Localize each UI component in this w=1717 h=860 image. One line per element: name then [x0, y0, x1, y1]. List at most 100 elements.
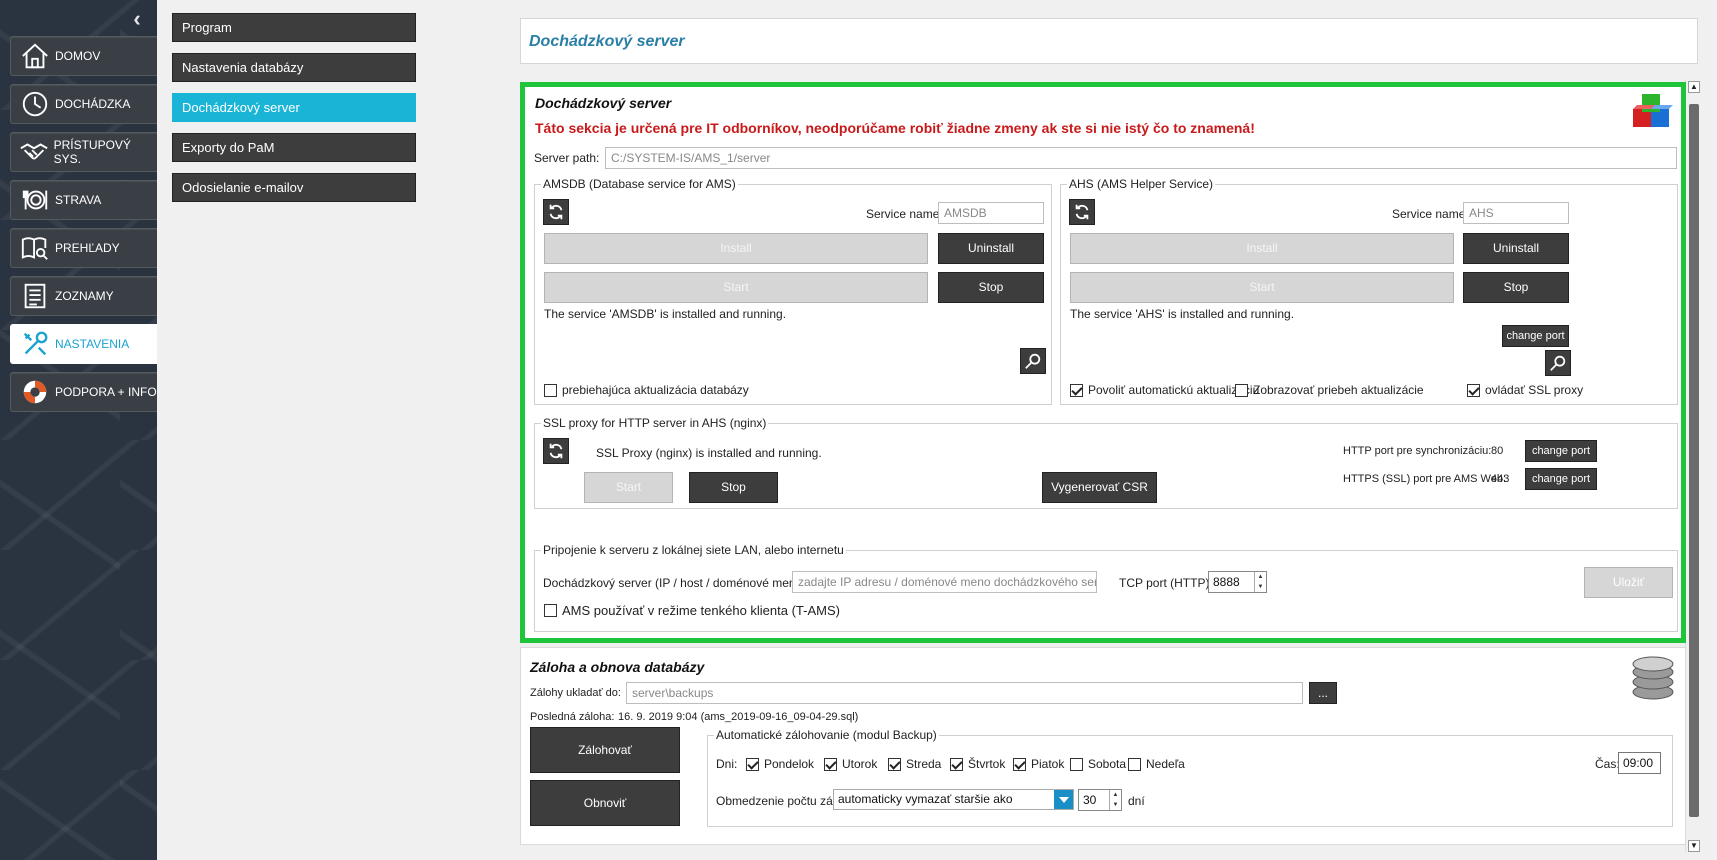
lifebuoy-icon [18, 375, 52, 409]
ahs-install-button[interactable]: Install [1070, 233, 1454, 264]
nav-item-dochadzka[interactable]: DOCHÁDZKA [10, 84, 157, 124]
conn-save-button[interactable]: Uložiť [1584, 567, 1673, 598]
nav-item-pristupovy-sys[interactable]: PRÍSTUPOVÝ SYS. [10, 132, 157, 172]
checkbox-box[interactable] [1013, 757, 1026, 771]
generate-csr-button[interactable]: Vygenerovať CSR [1042, 472, 1157, 503]
limit-mode-select[interactable]: automaticky vymazať staršie ako [833, 789, 1074, 810]
settings-menu-exporty[interactable]: Exporty do PaM [172, 133, 416, 162]
ssl-start-button[interactable]: Start [584, 472, 673, 503]
ahs-auto-update-checkbox[interactable]: Povoliť automatickú aktualizáciu [1070, 383, 1259, 397]
checkbox-label: Zobrazovať priebeh aktualizácie [1253, 383, 1424, 397]
checkbox-box[interactable] [544, 604, 557, 617]
settings-menu-server[interactable]: Dochádzkový server [172, 93, 416, 122]
checkbox-box[interactable] [824, 757, 837, 771]
settings-menu-databaza[interactable]: Nastavenia databázy [172, 53, 416, 82]
amsdb-start-button[interactable]: Start [544, 272, 928, 303]
nav-item-podpora[interactable]: PODPORA + INFO [10, 372, 157, 412]
nav-item-nastavenia[interactable]: NASTAVENIA [10, 324, 157, 364]
limit-days-stepper[interactable]: 30 ▲ ▼ [1078, 789, 1122, 811]
settings-menu-program[interactable]: Program [172, 13, 416, 42]
nav-item-strava[interactable]: STRAVA [10, 180, 157, 220]
checkbox-label: Sobota [1088, 757, 1127, 771]
ssl-proxy-group-title: SSL proxy for HTTP server in AHS (nginx) [541, 416, 769, 430]
checkbox-box[interactable] [888, 757, 901, 771]
server-panel-title: Dochádzkový server [535, 95, 672, 111]
nav-item-label: DOMOV [55, 49, 101, 63]
checkbox-box[interactable] [1070, 383, 1083, 397]
ahs-ssl-proxy-checkbox[interactable]: ovládať SSL proxy [1467, 383, 1583, 397]
thin-client-checkbox[interactable]: AMS používať v režime tenkého klienta (T… [544, 603, 840, 618]
checkbox-box[interactable] [1070, 757, 1083, 771]
amsdb-update-checkbox[interactable]: prebiehajúca aktualizácia databázy [544, 383, 749, 397]
cubes-icon [1629, 91, 1675, 135]
ssl-proxy-group: SSL proxy for HTTP server in AHS (nginx)… [534, 416, 1678, 509]
day-checkbox-utorok[interactable]: Utorok [824, 757, 877, 771]
checkbox-box[interactable] [950, 757, 963, 771]
ahs-service-name-field[interactable]: AHS [1463, 202, 1569, 224]
ahs-service-name-label: Service name: [1392, 207, 1469, 221]
scroll-up-arrow-icon[interactable]: ▲ [1688, 81, 1700, 93]
amsdb-uninstall-button[interactable]: Uninstall [938, 233, 1044, 264]
auto-backup-group: Automatické zálohovanie (modul Backup) D… [707, 728, 1673, 827]
scroll-down-arrow-icon[interactable]: ▼ [1688, 840, 1700, 852]
amsdb-stop-button[interactable]: Stop [938, 272, 1044, 303]
ssl-stop-button[interactable]: Stop [689, 472, 778, 503]
amsdb-service-name-field[interactable]: AMSDB [938, 202, 1044, 224]
nav-item-zoznamy[interactable]: ZOZNAMY [10, 276, 157, 316]
day-checkbox-nedela[interactable]: Nedeľa [1128, 757, 1185, 771]
nav-item-domov[interactable]: DOMOV [10, 36, 157, 76]
server-path-field[interactable]: C:/SYSTEM-IS/AMS_1/server [605, 147, 1677, 169]
ssl-refresh-button[interactable] [543, 438, 569, 464]
vertical-scrollbar[interactable]: ▲ ▼ [1685, 80, 1701, 852]
day-checkbox-piatok[interactable]: Piatok [1013, 757, 1064, 771]
tcp-port-stepper[interactable]: 8888 ▲ ▼ [1208, 571, 1267, 593]
settings-menu-emaily[interactable]: Odosielanie e-mailov [172, 173, 416, 202]
chevron-left-icon[interactable]: ‹ [124, 6, 150, 32]
https-change-port-button[interactable]: change port [1525, 468, 1597, 490]
checkbox-box[interactable] [1467, 383, 1480, 397]
magnifier-icon [1025, 353, 1041, 369]
browse-button[interactable]: ... [1309, 682, 1337, 704]
ahs-show-progress-checkbox[interactable]: Zobrazovať priebeh aktualizácie [1235, 383, 1424, 397]
ssl-status-text: SSL Proxy (nginx) is installed and runni… [596, 446, 822, 460]
ahs-change-port-button[interactable]: change port [1502, 325, 1569, 347]
checkbox-label: Piatok [1031, 757, 1065, 771]
scrollbar-thumb[interactable] [1689, 104, 1699, 817]
handshake-icon [18, 135, 51, 169]
day-checkbox-stvrtok[interactable]: Štvrtok [950, 757, 1005, 771]
ahs-uninstall-button[interactable]: Uninstall [1463, 233, 1569, 264]
backup-button[interactable]: Zálohovať [530, 727, 680, 773]
checkbox-box[interactable] [746, 757, 759, 771]
checkbox-box[interactable] [1235, 383, 1248, 397]
main-navigation: ‹ DOMOV DOCHÁDZKA PRÍSTUPOVÝ SYS. STRAVA… [0, 0, 157, 860]
http-change-port-button[interactable]: change port [1525, 440, 1597, 462]
amsdb-install-button[interactable]: Install [544, 233, 928, 264]
stepper-arrows-icon[interactable]: ▲ ▼ [1254, 572, 1266, 592]
stepper-arrows-icon[interactable]: ▲ ▼ [1109, 790, 1121, 810]
nav-item-prehlady[interactable]: PREHĽADY [10, 228, 157, 268]
ahs-stop-button[interactable]: Stop [1463, 272, 1569, 303]
dropdown-arrow-icon[interactable] [1054, 790, 1073, 809]
checkbox-label: prebiehajúca aktualizácia databázy [562, 383, 749, 397]
limit-mode-value: automaticky vymazať staršie ako [838, 792, 1013, 806]
time-input[interactable]: 09:00 [1618, 752, 1661, 774]
day-checkbox-streda[interactable]: Streda [888, 757, 941, 771]
checkbox-box[interactable] [1128, 757, 1141, 771]
ahs-refresh-button[interactable] [1069, 199, 1095, 225]
limit-days-value: 30 [1083, 793, 1097, 807]
ahs-start-button[interactable]: Start [1070, 272, 1454, 303]
host-input[interactable]: zadajte IP adresu / doménové meno dochád… [792, 571, 1097, 593]
day-checkbox-pondelok[interactable]: Pondelok [746, 757, 814, 771]
backup-dir-field[interactable]: server\backups [626, 682, 1303, 704]
https-port-label: HTTPS (SSL) port pre AMS Web: [1343, 473, 1507, 485]
it-warning-text: Táto sekcia je určená pre IT odborníkov,… [535, 120, 1255, 136]
day-checkbox-sobota[interactable]: Sobota [1070, 757, 1126, 771]
database-icon [1631, 655, 1675, 701]
amsdb-refresh-button[interactable] [543, 199, 569, 225]
restore-button[interactable]: Obnoviť [530, 780, 680, 826]
amsdb-log-button[interactable] [1020, 348, 1046, 374]
plate-icon [18, 183, 52, 217]
checkbox-box[interactable] [544, 383, 557, 397]
ahs-log-button[interactable] [1545, 350, 1571, 376]
magnifier-icon [1550, 355, 1566, 371]
